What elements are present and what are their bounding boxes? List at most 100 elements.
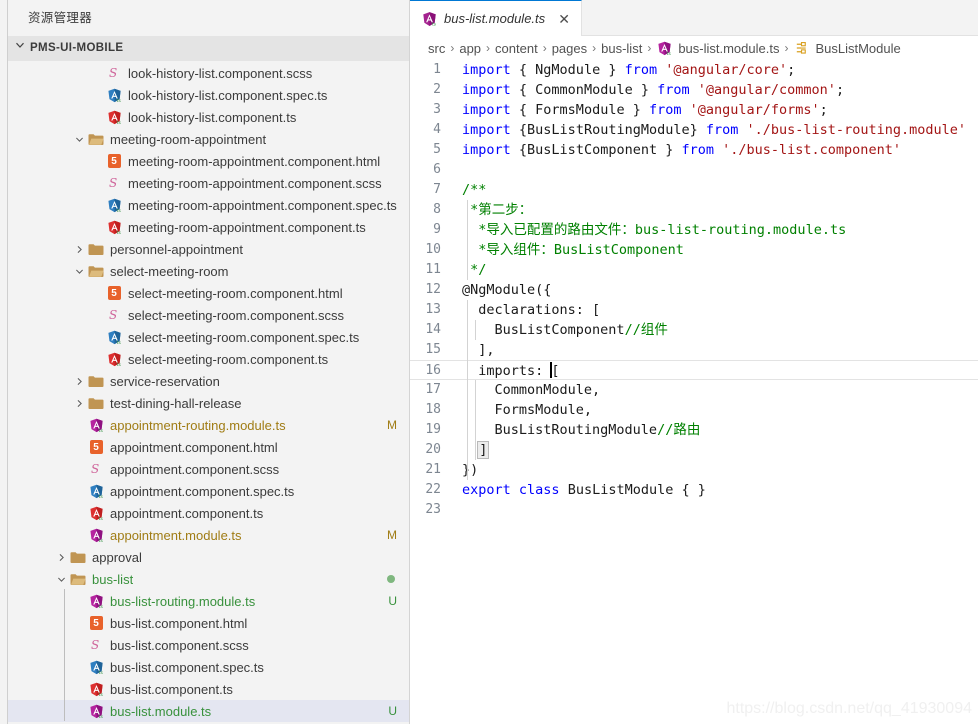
- code-line[interactable]: 20 ]: [410, 440, 978, 460]
- code-token: BusListModule: [567, 482, 674, 498]
- chevron-down-icon[interactable]: [72, 134, 86, 145]
- breadcrumb-separator: ›: [486, 41, 491, 55]
- code-line[interactable]: 23: [410, 500, 978, 520]
- code-line[interactable]: 21}): [410, 460, 978, 480]
- tree-file-row[interactable]: 5 bus-list.component.html: [8, 612, 409, 634]
- code-line[interactable]: 14 BusListComponent//组件: [410, 320, 978, 340]
- breadcrumb-item[interactable]: ts bus-list.module.ts: [656, 41, 779, 56]
- tree-file-row[interactable]: Slook-history-list.component.scss: [8, 62, 409, 84]
- tree-file-row[interactable]: ts bus-list.component.ts: [8, 678, 409, 700]
- tree-file-row[interactable]: Sselect-meeting-room.component.scss: [8, 304, 409, 326]
- tree-item-label: appointment.component.scss: [110, 461, 280, 477]
- tree-file-row[interactable]: ts select-meeting-room.component.spec.ts: [8, 326, 409, 348]
- sass-icon: S: [104, 66, 124, 80]
- code-line-text: import { FormsModule } from '@angular/fo…: [452, 100, 828, 120]
- code-line[interactable]: 4 import {BusListRoutingModule} from './b…: [410, 120, 978, 140]
- tree-file-row[interactable]: ts meeting-room-appointment.component.spe…: [8, 194, 409, 216]
- tree-item-label: meeting-room-appointment.component.spec.…: [128, 197, 397, 213]
- html5-icon: 5: [86, 440, 106, 454]
- breadcrumb-item[interactable]: BusListModule: [793, 41, 901, 56]
- tree-file-row[interactable]: ts look-history-list.component.ts: [8, 106, 409, 128]
- tree-file-row[interactable]: 5 select-meeting-room.component.html: [8, 282, 409, 304]
- code-line[interactable]: 7 /**: [410, 180, 978, 200]
- tree-file-row[interactable]: ts bus-list-routing.module.ts U: [8, 590, 409, 612]
- breadcrumb-item[interactable]: pages: [552, 41, 587, 56]
- tree-item-label: look-history-list.component.scss: [128, 65, 313, 81]
- tab-bus-list-module-ts[interactable]: ts bus-list.module.ts ✕: [410, 0, 583, 36]
- code-line[interactable]: 13 declarations: [: [410, 300, 978, 320]
- code-line[interactable]: 3 import { FormsModule } from '@angular/f…: [410, 100, 978, 120]
- breadcrumb-item[interactable]: src: [428, 41, 445, 56]
- code-line[interactable]: 8 *第二步：: [410, 200, 978, 220]
- code-line[interactable]: 22 export class BusListModule { }: [410, 480, 978, 500]
- tree-file-row[interactable]: ts appointment.component.ts: [8, 502, 409, 524]
- code-line[interactable]: 19 BusListRoutingModule//路由: [410, 420, 978, 440]
- tree-file-row[interactable]: ts meeting-room-appointment.component.ts: [8, 216, 409, 238]
- tree-file-row[interactable]: Sappointment.component.scss: [8, 458, 409, 480]
- line-number: 20: [425, 442, 441, 457]
- code-line[interactable]: 17 CommonModule,: [410, 380, 978, 400]
- line-number: 3: [433, 102, 441, 117]
- chevron-down-icon[interactable]: [54, 574, 68, 585]
- code-line[interactable]: 2 import { CommonModule } from '@angular/…: [410, 80, 978, 100]
- code-line[interactable]: 11 */: [410, 260, 978, 280]
- code-line[interactable]: 5 import {BusListComponent } from './bus-…: [410, 140, 978, 160]
- tree-file-row[interactable]: ts bus-list.component.spec.ts: [8, 656, 409, 678]
- line-number: 17: [425, 382, 441, 397]
- code-line-text: BusListComponent//组件: [452, 320, 668, 340]
- tree-file-row[interactable]: 5 meeting-room-appointment.component.html: [8, 150, 409, 172]
- code-line[interactable]: 16 imports: [: [410, 360, 978, 380]
- tree-file-row[interactable]: ts look-history-list.component.spec.ts: [8, 84, 409, 106]
- tree-folder-row[interactable]: test-dining-hall-release: [8, 392, 409, 414]
- close-icon[interactable]: ✕: [556, 11, 572, 27]
- tree-folder-row[interactable]: service-reservation: [8, 370, 409, 392]
- tree-file-row[interactable]: ts select-meeting-room.component.ts: [8, 348, 409, 370]
- code-line[interactable]: 12 @NgModule({: [410, 280, 978, 300]
- code-editor[interactable]: 1 import { NgModule } from '@angular/core…: [410, 60, 978, 724]
- project-root-header[interactable]: PMS-UI-MOBILE: [8, 36, 409, 61]
- class-symbol-icon: [793, 41, 810, 55]
- tree-folder-row[interactable]: bus-list: [8, 568, 409, 590]
- chevron-right-icon[interactable]: [72, 244, 86, 255]
- tree-file-row[interactable]: Smeeting-room-appointment.component.scss: [8, 172, 409, 194]
- tree-item-label: bus-list.component.html: [110, 615, 248, 631]
- tree-item-label: appointment.component.html: [110, 439, 278, 455]
- tree-file-row[interactable]: Sbus-list.component.scss: [8, 634, 409, 656]
- tree-folder-row[interactable]: approval: [8, 546, 409, 568]
- code-line[interactable]: 6: [410, 160, 978, 180]
- tree-file-row[interactable]: ts appointment-routing.module.ts M: [8, 414, 409, 436]
- tree-folder-row[interactable]: select-meeting-room: [8, 260, 409, 282]
- code-token: './bus-list-routing.module': [746, 122, 966, 138]
- tree-folder-row[interactable]: personnel-appointment: [8, 238, 409, 260]
- tree-file-row[interactable]: ts appointment.component.spec.ts: [8, 480, 409, 502]
- code-line[interactable]: 9 *导入已配置的路由文件：bus-list-routing.module.ts: [410, 220, 978, 240]
- code-line[interactable]: 1 import { NgModule } from '@angular/core…: [410, 60, 978, 80]
- breadcrumb-item[interactable]: content: [495, 41, 538, 56]
- chevron-right-icon[interactable]: [72, 398, 86, 409]
- breadcrumb-item[interactable]: app: [459, 41, 481, 56]
- folder-open-icon: [86, 265, 106, 278]
- svg-text:S: S: [91, 638, 99, 652]
- code-token: *第二步：: [462, 202, 533, 218]
- line-number: 10: [425, 242, 441, 257]
- code-token: './bus-list.component': [722, 142, 901, 158]
- line-number: 9: [433, 222, 441, 237]
- breadcrumb[interactable]: src › app › content › pages › bus-list › ts bus-lis…: [410, 36, 978, 60]
- chevron-right-icon[interactable]: [72, 376, 86, 387]
- html5-icon: 5: [86, 616, 106, 630]
- code-line[interactable]: 18 FormsModule,: [410, 400, 978, 420]
- breadcrumb-item[interactable]: bus-list: [601, 41, 642, 56]
- file-tree[interactable]: Slook-history-list.component.scss ts look-…: [8, 61, 409, 724]
- chevron-down-icon[interactable]: [72, 266, 86, 277]
- code-token: */: [462, 262, 487, 278]
- chevron-right-icon[interactable]: [54, 552, 68, 563]
- line-number: 16: [425, 363, 441, 378]
- tree-file-row[interactable]: ts appointment.module.ts M: [8, 524, 409, 546]
- code-line[interactable]: 10 *导入组件：BusListComponent: [410, 240, 978, 260]
- tree-file-row[interactable]: ts bus-list.module.ts U: [8, 700, 409, 722]
- tree-file-row[interactable]: 5 appointment.component.html: [8, 436, 409, 458]
- tree-folder-row[interactable]: meeting-room-appointment: [8, 128, 409, 150]
- code-line[interactable]: 15 ],: [410, 340, 978, 360]
- code-lines[interactable]: 1 import { NgModule } from '@angular/core…: [410, 60, 978, 520]
